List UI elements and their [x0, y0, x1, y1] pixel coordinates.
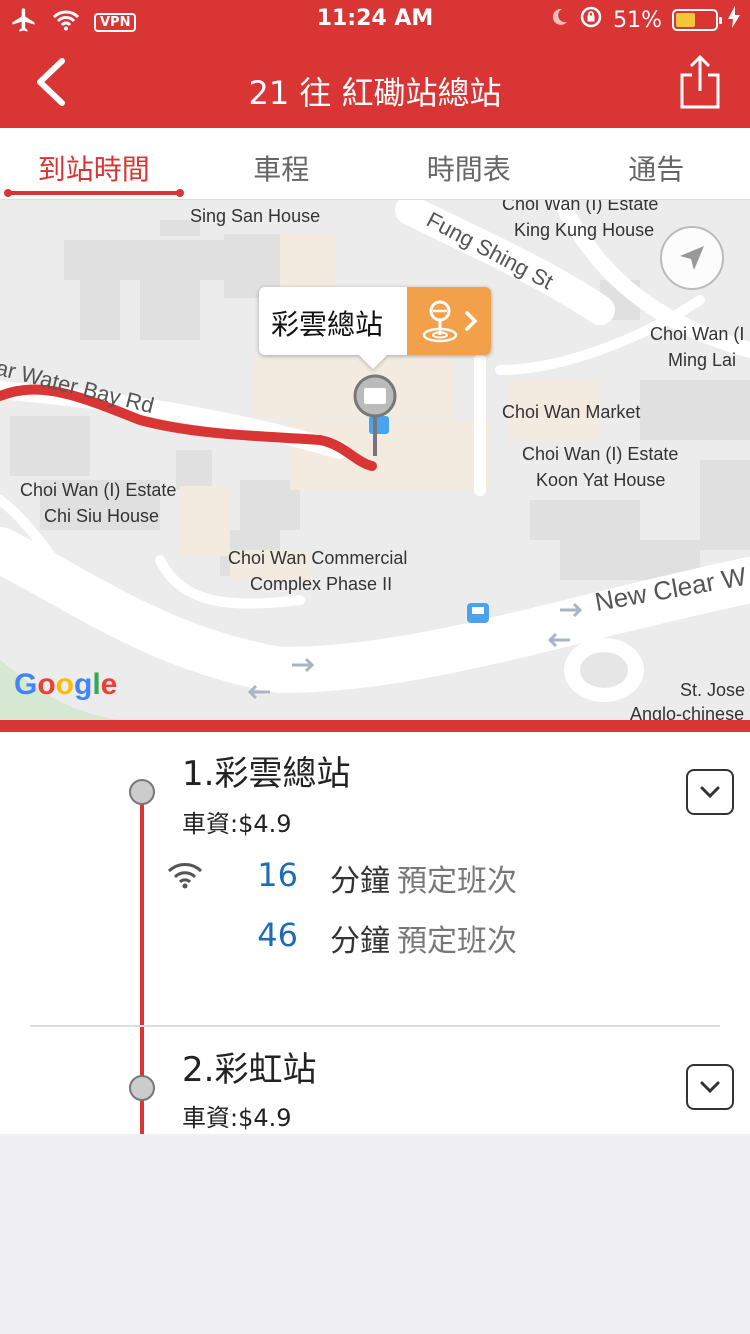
eta-minutes: 46: [257, 916, 298, 954]
stop-dot: [129, 1075, 155, 1101]
map-divider-bar: [0, 720, 750, 732]
stop-dot: [129, 779, 155, 805]
chevron-down-icon: [700, 786, 720, 799]
share-button[interactable]: [672, 52, 728, 112]
map-label: Choi Wan (I: [650, 324, 745, 344]
tab-bar: 到站時間 車程 時間表 通告: [0, 128, 750, 200]
stop-name: 2.彩虹站: [182, 1050, 317, 1090]
tab-label: 時間表: [426, 153, 511, 186]
stop-list: 1.彩雲總站 車資:$4.9 16 分鐘 預定班次 46 分鐘 預定班次 2.彩…: [0, 732, 750, 1134]
map-label: Koon Yat House: [536, 470, 666, 490]
eta-note: 預定班次: [397, 924, 517, 959]
map-label: Choi Wan Commercial: [228, 548, 408, 568]
expand-button[interactable]: [686, 769, 734, 815]
battery-percent: 51%: [613, 7, 662, 33]
share-icon: [680, 55, 720, 109]
eta-note: 預定班次: [397, 864, 517, 899]
battery-icon: [672, 9, 722, 31]
eta-row: 46 分鐘 預定班次: [160, 916, 720, 960]
stop-item[interactable]: 1.彩雲總站 車資:$4.9 16 分鐘 預定班次 46 分鐘 預定班次: [0, 732, 750, 1026]
stop-callout[interactable]: 彩雲總站: [259, 287, 491, 370]
tab-indicator-dot: [175, 189, 184, 197]
map-label: Choi Wan (I) Estate: [20, 480, 177, 500]
map-label: Chi Siu House: [44, 506, 160, 526]
navigation-bar: 21 往 紅磡站總站: [0, 40, 750, 128]
map-label: Sing San House: [190, 206, 321, 226]
map-label: Ming Lai: [668, 350, 737, 370]
map-label: Anglo-chinese: [630, 704, 745, 720]
status-bar: VPN 11:24 AM 51%: [0, 0, 750, 40]
bus-stop-pin-icon: [422, 300, 458, 343]
tab-journey[interactable]: 車程: [188, 128, 376, 199]
stop-name: 1.彩雲總站: [182, 754, 351, 794]
map-label: Complex Phase II: [250, 574, 393, 594]
route-map[interactable]: Sing San House Choi Wan (I) Estate King …: [0, 200, 750, 720]
chevron-down-icon: [700, 1081, 720, 1094]
eta-unit: 分鐘: [330, 864, 390, 899]
battery-fill: [676, 13, 696, 27]
stop-fare: 車資:$4.9: [182, 810, 292, 838]
tab-arrival-time[interactable]: 到站時間: [0, 128, 188, 199]
moon-icon: [549, 7, 569, 33]
chevron-right-icon: [465, 311, 478, 331]
eta-unit: 分鐘: [330, 924, 390, 959]
chevron-left-icon: [37, 58, 65, 106]
charging-icon: [728, 6, 740, 34]
map-label: Choi Wan Market: [502, 402, 641, 422]
stop-divider: [30, 1025, 720, 1027]
rotation-lock-icon: [579, 5, 603, 35]
map-label: Choi Wan (I) Estate: [522, 444, 679, 464]
map-label: St. Jose: [680, 680, 746, 700]
eta-row: 16 分鐘 預定班次: [160, 856, 720, 900]
page-title: 21 往 紅磡站總站: [248, 74, 502, 112]
navigation-arrow-icon: [680, 246, 704, 270]
stop-fare: 車資:$4.9: [182, 1104, 292, 1132]
callout-stop-button[interactable]: [407, 287, 491, 355]
map-label: King Kung House: [514, 220, 655, 240]
map-label: Choi Wan (I) Estate: [502, 200, 659, 214]
locate-me-button[interactable]: [660, 226, 724, 290]
expand-button[interactable]: [686, 1064, 734, 1110]
back-button[interactable]: [20, 52, 80, 112]
stop-item[interactable]: 2.彩虹站 車資:$4.9: [0, 1028, 750, 1134]
tab-notices[interactable]: 通告: [563, 128, 750, 199]
callout-stop-name: 彩雲總站: [271, 308, 384, 341]
eta-minutes: 16: [257, 856, 298, 894]
google-logo: Google: [14, 668, 118, 701]
tab-timetable[interactable]: 時間表: [375, 128, 563, 199]
app-header: VPN 11:24 AM 51% 21 往 紅磡站總站: [0, 0, 750, 128]
status-right: 51%: [549, 5, 740, 35]
tab-label: 通告: [628, 153, 685, 186]
tab-label: 到站時間: [37, 153, 150, 186]
tab-label: 車程: [253, 153, 310, 186]
